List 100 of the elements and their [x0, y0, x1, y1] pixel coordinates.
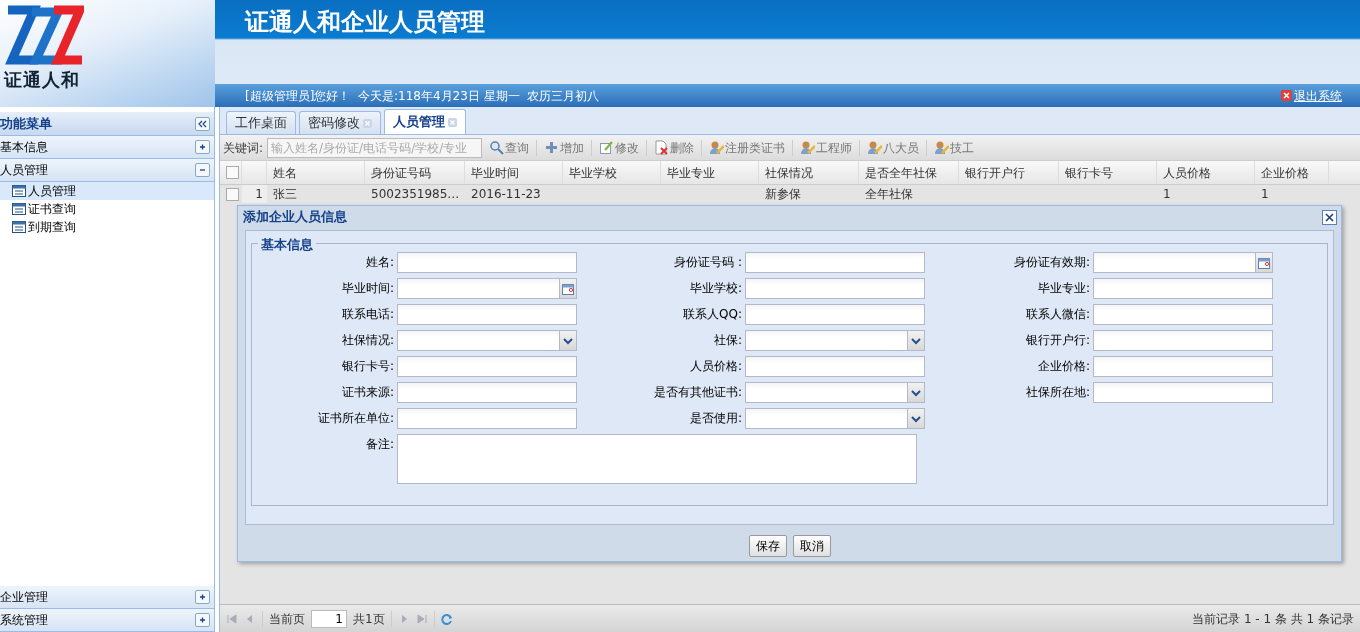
close-button[interactable]: [1322, 209, 1337, 225]
dropdown-field[interactable]: [745, 408, 925, 429]
logout-text[interactable]: 退出系统: [1294, 86, 1342, 105]
table-cell-text: 2016-11-23: [470, 186, 542, 203]
dialog-button[interactable]: 取消: [792, 535, 831, 557]
remarks-field[interactable]: [397, 434, 917, 484]
input-field[interactable]: [1093, 330, 1273, 351]
record-summary: 当前记录 1 - 1 条 共 1 条记录: [1192, 610, 1354, 628]
date-field[interactable]: [397, 278, 577, 299]
column-header[interactable]: 毕业学校: [563, 161, 661, 184]
search-icon: [489, 140, 505, 155]
section-label[interactable]: 系统管理: [0, 611, 48, 629]
input-field[interactable]: [1093, 304, 1273, 325]
collapse-toggle[interactable]: [195, 163, 210, 177]
column-header[interactable]: 毕业专业: [661, 161, 759, 184]
close-icon[interactable]: [363, 118, 372, 128]
input-field[interactable]: [745, 252, 925, 273]
greeting-text: [超级管理员]您好！ 今天是:118年4月23日 星期一 农历三月初八: [245, 87, 600, 105]
person-icon: [867, 140, 883, 155]
column-header[interactable]: 银行开户行: [959, 161, 1059, 184]
accordion-header[interactable]: 人员管理: [0, 159, 214, 182]
tree-item-label[interactable]: 人员管理: [28, 182, 76, 200]
toolbar-button[interactable]: 删除: [651, 138, 698, 157]
logo-text: 证通人和: [4, 70, 80, 90]
last-page-icon[interactable]: [415, 612, 428, 625]
field-label: 银行卡号:: [340, 358, 394, 375]
column-header[interactable]: 人员价格: [1157, 161, 1255, 184]
expand-toggle[interactable]: [195, 613, 210, 627]
tab[interactable]: 人员管理: [384, 109, 466, 134]
tree-item[interactable]: 人员管理: [0, 182, 214, 200]
column-header[interactable]: 银行卡号: [1059, 161, 1157, 184]
column-header[interactable]: 身份证号码: [365, 161, 465, 184]
field-label: 是否使用:: [688, 410, 742, 427]
input-field[interactable]: [1093, 382, 1273, 403]
expand-toggle[interactable]: [195, 140, 210, 154]
field-label: 身份证号码 :: [673, 254, 742, 271]
tab-label[interactable]: 工作桌面: [235, 113, 287, 133]
accordion-header[interactable]: 企业管理: [0, 586, 214, 609]
list-icon: [12, 203, 26, 215]
toolbar-button[interactable]: 注册类证书: [706, 138, 789, 157]
input-field[interactable]: [745, 278, 925, 299]
field-label: 毕业时间:: [340, 280, 394, 297]
input-field[interactable]: [397, 382, 577, 403]
first-page-icon[interactable]: [226, 612, 238, 625]
input-field[interactable]: [397, 252, 577, 273]
collapse-button[interactable]: [195, 116, 210, 131]
column-header[interactable]: 是否全年社保: [859, 161, 959, 184]
tab[interactable]: 密码修改: [299, 111, 381, 134]
page-count: 共1页: [353, 610, 385, 628]
dropdown-field[interactable]: [745, 382, 925, 403]
keyword-label: 关键词:: [223, 139, 264, 157]
section-label[interactable]: 企业管理: [0, 588, 48, 606]
toolbar-button[interactable]: 工程师: [797, 138, 856, 157]
search-field[interactable]: 输入姓名/身份证/电话号码/学校/专业: [267, 137, 483, 158]
field-label: 证书来源:: [340, 384, 394, 401]
toolbar-button[interactable]: 八大员: [864, 138, 923, 157]
header-checkbox[interactable]: [226, 166, 239, 179]
page-field[interactable]: 1: [311, 609, 347, 628]
tab[interactable]: 工作桌面: [226, 111, 296, 134]
logout-link[interactable]: 退出系统: [1281, 86, 1342, 105]
dropdown-field[interactable]: [397, 330, 577, 351]
column-header[interactable]: 社保情况: [759, 161, 859, 184]
field-label: 联系电话:: [340, 306, 394, 323]
list-icon: [12, 185, 26, 197]
toolbar-button[interactable]: 修改: [596, 138, 643, 157]
expand-toggle[interactable]: [195, 590, 210, 604]
field-label: 社保情况:: [340, 332, 394, 349]
tab-label[interactable]: 人员管理: [393, 112, 445, 132]
column-header[interactable]: 毕业时间: [465, 161, 563, 184]
tree-item-label[interactable]: 到期查询: [28, 218, 76, 236]
tab-label[interactable]: 密码修改: [308, 113, 360, 133]
input-field[interactable]: [1093, 356, 1273, 377]
accordion-header[interactable]: 基本信息: [0, 136, 214, 159]
field-label: 证书所在单位:: [316, 410, 394, 427]
tree-item-label[interactable]: 证书查询: [28, 200, 76, 218]
tree-item[interactable]: 证书查询: [0, 200, 214, 218]
field-label: 姓名:: [364, 254, 394, 271]
dialog-button[interactable]: 保存: [748, 535, 787, 557]
column-header[interactable]: 企业价格: [1255, 161, 1329, 184]
toolbar-button[interactable]: 查询: [486, 138, 533, 157]
input-field[interactable]: [745, 304, 925, 325]
section-label[interactable]: 人员管理: [0, 161, 48, 179]
close-icon[interactable]: [448, 117, 457, 127]
input-field[interactable]: [1093, 278, 1273, 299]
input-field[interactable]: [397, 356, 577, 377]
refresh-icon[interactable]: [440, 612, 453, 625]
table-cell-text: 张三: [272, 186, 298, 203]
column-header[interactable]: 姓名: [267, 161, 365, 184]
tree-item[interactable]: 到期查询: [0, 218, 214, 236]
dropdown-field[interactable]: [745, 330, 925, 351]
person-icon: [934, 140, 950, 155]
input-field[interactable]: [397, 304, 577, 325]
row-checkbox[interactable]: [226, 187, 239, 201]
section-label[interactable]: 基本信息: [0, 138, 48, 156]
toolbar-button[interactable]: 技工: [931, 138, 978, 157]
input-field[interactable]: [745, 356, 925, 377]
toolbar-button[interactable]: 增加: [541, 138, 588, 157]
date-field[interactable]: [1093, 252, 1273, 273]
accordion-header[interactable]: 系统管理: [0, 609, 214, 632]
input-field[interactable]: [397, 408, 577, 429]
